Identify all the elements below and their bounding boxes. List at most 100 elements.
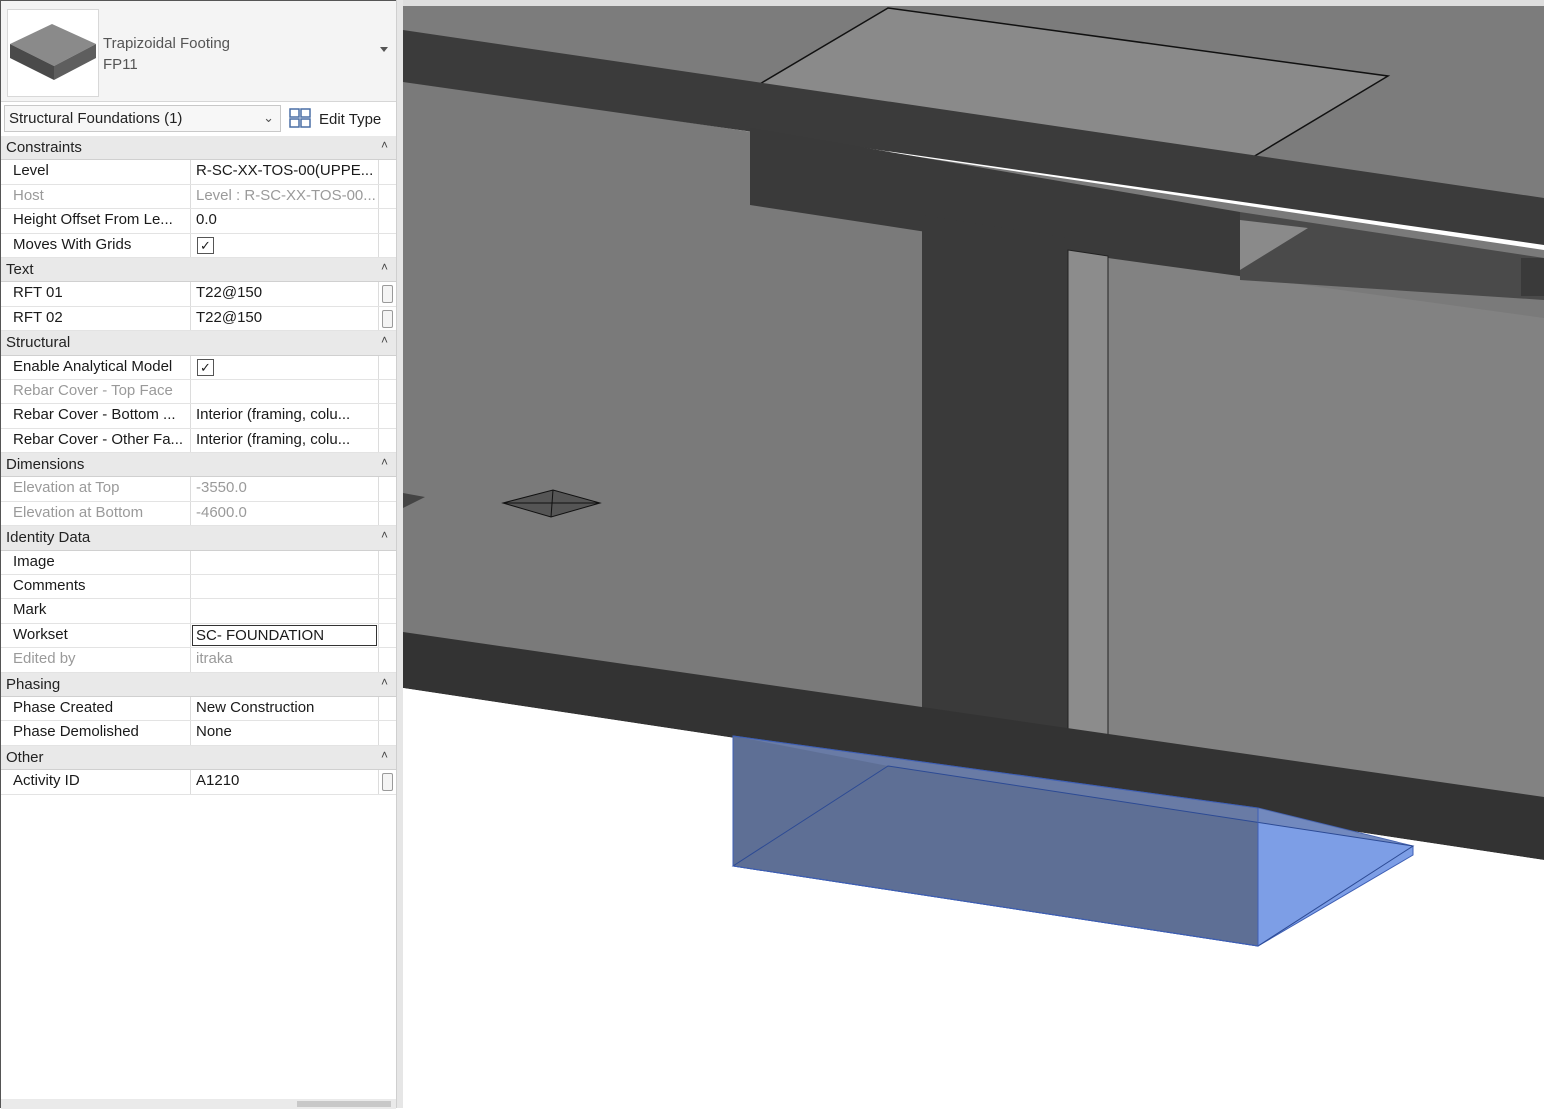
edit-type-button[interactable]: Edit Type [289, 106, 381, 132]
footing-thumbnail-icon [7, 9, 99, 97]
edit-type-label: Edit Type [319, 110, 382, 128]
collapse-chevron-icon[interactable]: ˄ [381, 138, 388, 152]
row-spacer [378, 623, 394, 648]
property-value: -3550.0 [192, 477, 378, 500]
3d-viewport[interactable] [403, 0, 1544, 1108]
property-row[interactable]: Height Offset From Le... 0.0 [1, 209, 396, 234]
property-value[interactable]: ✓ [192, 234, 378, 257]
collapse-chevron-icon[interactable]: ˄ [381, 675, 388, 689]
property-row[interactable]: Image [1, 550, 396, 576]
row-spacer [378, 575, 394, 599]
checkbox-icon[interactable]: ✓ [197, 236, 214, 254]
type-family-label: Trapizoidal Footing [103, 35, 231, 52]
property-row[interactable]: Phase Demolished None [1, 721, 396, 746]
properties-grid: Constraints ˄ Level R-SC-XX-TOS-00(UPPE... H… [1, 136, 396, 795]
property-name: Workset [1, 623, 191, 648]
property-value[interactable]: None [192, 721, 378, 744]
row-spacer [378, 233, 394, 257]
value-browse-button[interactable] [378, 306, 394, 331]
row-spacer [378, 379, 394, 404]
property-name: Height Offset From Le... [1, 209, 191, 233]
checkbox-icon[interactable]: ✓ [197, 358, 214, 376]
property-row[interactable]: RFT 01 T22@150 [1, 282, 396, 307]
edit-type-icon [289, 108, 311, 128]
property-name: Comments [1, 575, 191, 599]
panel-splitter[interactable] [396, 0, 403, 1108]
property-row[interactable]: Comments [1, 575, 396, 600]
property-row[interactable]: Elevation at Bottom -4600.0 [1, 501, 396, 527]
instance-filter-dropdown[interactable]: Structural Foundations (1) ⌄ [4, 105, 281, 132]
type-dropdown-arrow-icon[interactable] [380, 47, 388, 52]
property-value[interactable]: Interior (framing, colu... [192, 429, 378, 452]
row-spacer [378, 209, 394, 233]
property-row[interactable]: Enable Analytical Model ✓ [1, 355, 396, 380]
group-name: Identity Data [6, 529, 91, 547]
property-row[interactable]: Phase Created New Construction [1, 696, 396, 722]
collapse-chevron-icon[interactable]: ˄ [381, 528, 388, 542]
value-browse-button[interactable] [378, 282, 394, 306]
collapse-chevron-icon[interactable]: ˄ [381, 333, 388, 347]
row-spacer [378, 477, 394, 501]
group-header-constraints[interactable]: Constraints ˄ [1, 136, 396, 161]
property-row[interactable]: Level R-SC-XX-TOS-00(UPPE... [1, 160, 396, 185]
property-name: Elevation at Bottom [1, 501, 191, 526]
property-value[interactable]: A1210 [192, 770, 378, 793]
group-header-structural[interactable]: Structural ˄ [1, 331, 396, 356]
instance-filter-label: Structural Foundations (1) [9, 110, 183, 127]
property-name: Level [1, 160, 191, 184]
property-name: Enable Analytical Model [1, 355, 191, 379]
type-selector[interactable]: Trapizoidal Footing FP11 [1, 1, 396, 102]
group-header-other[interactable]: Other ˄ [1, 745, 396, 771]
property-row[interactable]: Moves With Grids ✓ [1, 233, 396, 258]
property-name: Phase Created [1, 696, 191, 721]
collapse-chevron-icon[interactable]: ˄ [381, 748, 388, 762]
property-value-text: Interior (framing, colu... [196, 406, 351, 424]
property-value-text: A1210 [196, 772, 240, 790]
model-view[interactable] [403, 0, 1544, 1108]
row-spacer [378, 160, 394, 184]
property-value: -4600.0 [192, 502, 378, 525]
property-name: Rebar Cover - Bottom ... [1, 404, 191, 428]
property-row[interactable]: Rebar Cover - Top Face [1, 379, 396, 405]
row-spacer [378, 184, 394, 209]
property-row[interactable]: Elevation at Top -3550.0 [1, 477, 396, 502]
property-row[interactable]: Rebar Cover - Other Fa... Interior (frami… [1, 428, 396, 454]
value-browse-button[interactable] [378, 770, 394, 794]
property-value[interactable] [192, 575, 378, 598]
property-value[interactable]: 0.0 [192, 209, 378, 232]
group-header-text[interactable]: Text ˄ [1, 257, 396, 283]
property-row[interactable]: Mark [1, 599, 396, 624]
property-name: Moves With Grids [1, 233, 191, 257]
property-value-text: R-SC-XX-TOS-00(UPPE... [196, 162, 374, 180]
group-header-phasing[interactable]: Phasing ˄ [1, 672, 396, 697]
property-row[interactable]: Workset SC- FOUNDATION [1, 623, 396, 649]
property-value[interactable]: T22@150 [192, 282, 378, 305]
property-value-text: T22@150 [196, 284, 263, 302]
property-value: Level : R-SC-XX-TOS-00... [192, 185, 378, 208]
property-row[interactable]: Rebar Cover - Bottom ... Interior (framin… [1, 404, 396, 429]
property-name: Rebar Cover - Top Face [1, 379, 191, 404]
property-value[interactable]: Interior (framing, colu... [192, 404, 378, 427]
row-spacer [378, 599, 394, 623]
property-row[interactable]: Activity ID A1210 [1, 770, 396, 795]
group-header-dimensions[interactable]: Dimensions ˄ [1, 453, 396, 478]
property-row[interactable]: Edited by itraka [1, 648, 396, 673]
scrollbar-thumb[interactable] [297, 1101, 391, 1107]
collapse-chevron-icon[interactable]: ˄ [381, 455, 388, 469]
collapse-chevron-icon[interactable]: ˄ [381, 260, 388, 274]
property-value[interactable]: New Construction [192, 697, 378, 720]
chevron-down-icon: ⌄ [263, 110, 274, 125]
property-value[interactable]: R-SC-XX-TOS-00(UPPE... [192, 160, 378, 183]
property-value[interactable]: SC- FOUNDATION [192, 624, 378, 647]
property-value[interactable]: ✓ [192, 356, 378, 379]
property-value[interactable] [192, 551, 378, 574]
property-value[interactable] [192, 599, 378, 622]
property-value-text: 0.0 [196, 211, 217, 229]
property-row[interactable]: RFT 02 T22@150 [1, 306, 396, 332]
property-value[interactable]: T22@150 [192, 307, 378, 330]
property-row[interactable]: Host Level : R-SC-XX-TOS-00... [1, 184, 396, 210]
group-name: Dimensions [6, 456, 85, 474]
row-spacer [378, 428, 394, 453]
workset-value-editor[interactable]: SC- FOUNDATION [192, 624, 377, 646]
group-header-identity-data[interactable]: Identity Data ˄ [1, 526, 396, 551]
